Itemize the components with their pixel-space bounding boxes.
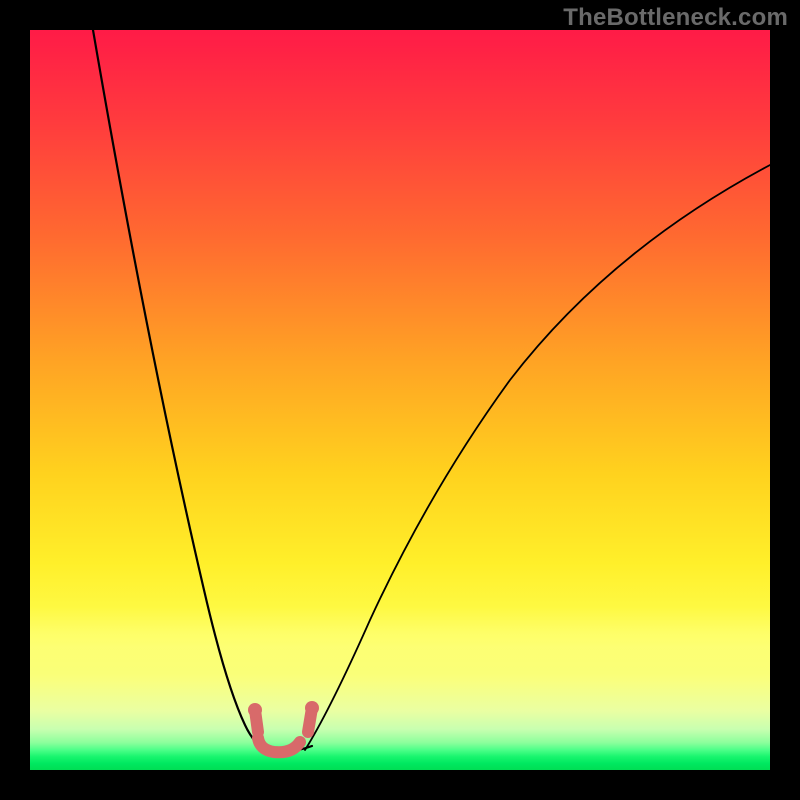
curve-layer bbox=[30, 30, 770, 770]
chart-container: TheBottleneck.com bbox=[0, 0, 800, 800]
curve-left-branch bbox=[93, 30, 270, 750]
curve-right-branch bbox=[305, 165, 770, 750]
watermark-text: TheBottleneck.com bbox=[563, 4, 788, 32]
plot-area bbox=[30, 30, 770, 770]
